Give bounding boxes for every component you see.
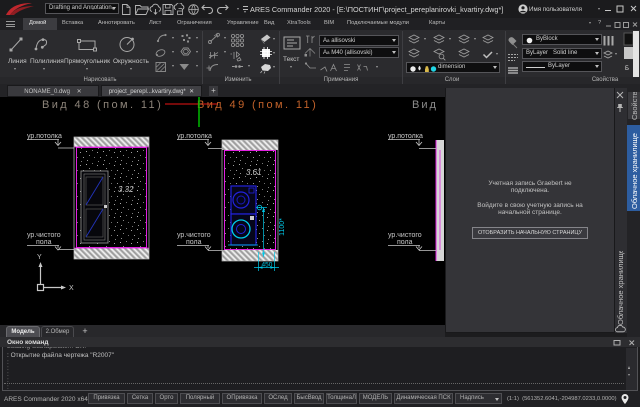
svg-text:Вид: Вид: [412, 99, 438, 111]
svg-text:пола: пола: [36, 239, 52, 246]
svg-text:1100*: 1100*: [279, 218, 286, 236]
svg-text:Вид 48 (пом. 11): Вид 48 (пом. 11): [42, 99, 163, 111]
svg-text:ур.чистого: ур.чистого: [388, 232, 422, 239]
svg-text:450: 450: [262, 262, 273, 269]
svg-text:ур.чистого: ур.чистого: [27, 232, 61, 239]
svg-text:Y: Y: [37, 254, 42, 261]
svg-text:ур.потолка: ур.потолка: [388, 133, 423, 140]
svg-text:Б: Б: [625, 66, 629, 72]
svg-text:3.32: 3.32: [118, 185, 134, 194]
svg-text:ур.чистого: ур.чистого: [177, 232, 211, 239]
svg-text:пола: пола: [397, 239, 413, 246]
svg-text:3.61: 3.61: [246, 168, 262, 177]
svg-text:ур.потолка: ур.потолка: [177, 133, 212, 140]
svg-text:X: X: [69, 285, 74, 292]
svg-text:Вид 49 (пом. 11): Вид 49 (пом. 11): [197, 99, 318, 111]
svg-text:ур.потолка: ур.потолка: [27, 133, 62, 140]
svg-text:пола: пола: [186, 239, 202, 246]
